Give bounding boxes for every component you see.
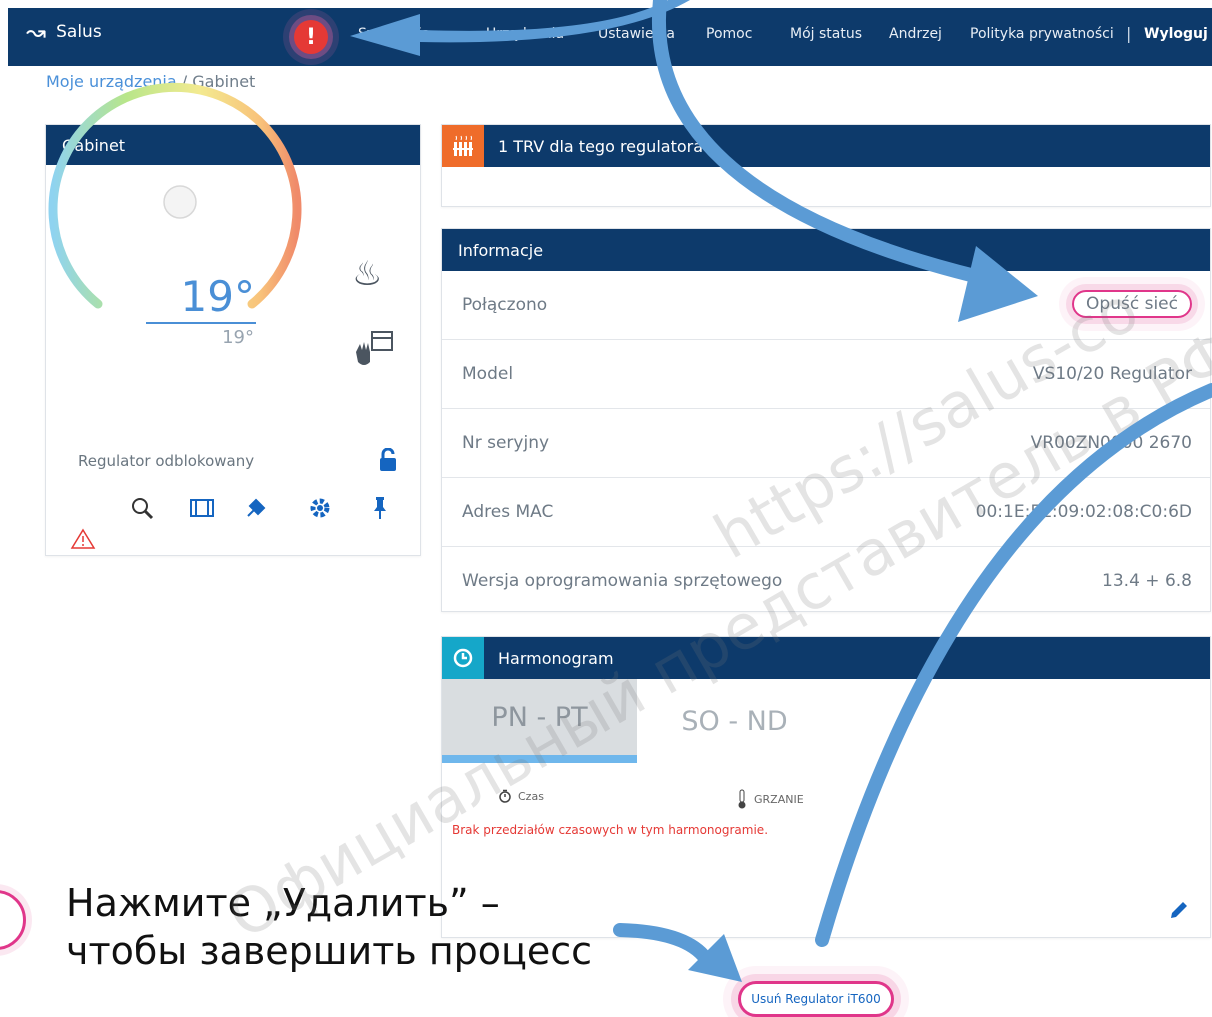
unlock-icon[interactable] — [378, 448, 398, 472]
nav-privacy-policy[interactable]: Polityka prywatności — [970, 26, 1114, 42]
nav-user[interactable]: Andrzej — [889, 26, 942, 42]
info-label: Nr seryjny — [462, 433, 550, 453]
top-navbar: ↝ Salus ! Symulacja Urządzenia Ustawieni… — [8, 8, 1212, 66]
edit-pencil-icon[interactable] — [1168, 899, 1190, 921]
column-heating: GRZANIE — [736, 789, 804, 809]
alert-icon[interactable]: ! — [294, 20, 328, 54]
trv-card-header[interactable]: 1 TRV dla tego regulatora — [442, 125, 1210, 167]
clock-icon — [442, 637, 484, 679]
info-card-title: Informacje — [442, 229, 1210, 271]
radiator-icon — [442, 125, 484, 167]
info-label: Model — [462, 364, 514, 384]
temperature-divider — [146, 322, 256, 324]
display-icon[interactable] — [188, 494, 216, 522]
salus-logo-icon: ↝ — [26, 18, 47, 46]
trv-card-title: 1 TRV dla tego regulatora — [498, 136, 704, 156]
brand-name: Salus — [56, 22, 102, 42]
thermostat-status: Regulator odblokowany — [78, 452, 255, 470]
nav-logout[interactable]: Wyloguj — [1144, 26, 1208, 42]
gear-icon[interactable] — [306, 494, 334, 522]
heating-icon: ♨ — [352, 254, 383, 294]
pin-icon[interactable] — [366, 494, 394, 522]
nav-help[interactable]: Pomoc — [706, 26, 752, 42]
info-label: Połączono — [462, 295, 548, 315]
remove-device-button[interactable]: Usuń Regulator iT600 — [738, 981, 894, 1017]
plug-icon[interactable] — [242, 494, 270, 522]
instruction-line-2: чтобы завершить процесс — [66, 928, 593, 973]
schedule-card-title: Harmonogram — [498, 648, 614, 668]
info-value: 13.4 + 6.8 — [1102, 571, 1192, 591]
view-icon[interactable] — [128, 494, 156, 522]
arrow-head-instruction — [688, 934, 742, 982]
info-label: Adres MAC — [462, 502, 554, 522]
manual-override-icon[interactable] — [350, 330, 398, 370]
schedule-card-header: Harmonogram — [442, 637, 1210, 679]
warning-icon[interactable] — [70, 528, 96, 550]
current-temperature: 19° — [180, 272, 255, 321]
set-temperature: 19° — [222, 327, 254, 348]
brand[interactable]: ↝ Salus — [26, 20, 102, 44]
nav-my-status[interactable]: Mój status — [790, 26, 862, 42]
nav-simulation[interactable]: Symulacja — [358, 26, 430, 42]
nav-devices[interactable]: Urządzenia — [486, 26, 564, 42]
nav-settings[interactable]: Ustawienia — [598, 26, 675, 42]
step-marker — [0, 890, 26, 950]
nav-separator: | — [1126, 24, 1132, 43]
trv-card: 1 TRV dla tego regulatora — [441, 124, 1211, 207]
info-label: Wersja oprogramowania sprzętowego — [462, 571, 783, 591]
empty-schedule-message: Brak przedziałów czasowych w tym harmono… — [452, 823, 769, 837]
thermometer-icon — [738, 789, 746, 809]
column-heating-label: GRZANIE — [754, 792, 804, 806]
